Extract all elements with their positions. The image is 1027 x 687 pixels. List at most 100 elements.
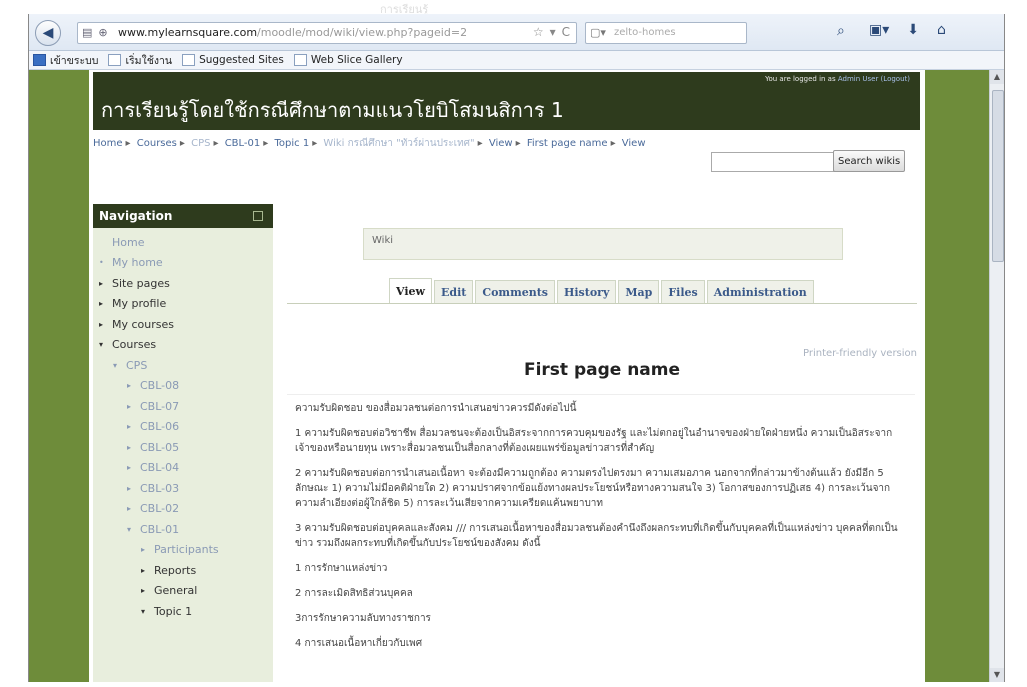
bookmark-item[interactable]: เริ่มใช้งาน <box>108 52 172 69</box>
breadcrumb-cps[interactable]: CPS <box>191 138 210 149</box>
nav-item-label: My profile <box>112 297 167 311</box>
download-icon[interactable]: ⬇ <box>907 22 919 38</box>
nav-item-label: CBL-01 <box>140 522 180 536</box>
collapsed-icon: ▸ <box>99 319 104 329</box>
wiki-paragraph: 1 ความรับผิดชอบต่อวิชาชีพ สื่อมวลชนจะต้อ… <box>295 428 893 454</box>
wiki-paragraph: 3 ความรับผิดชอบต่อบุคคลและสังคม /// การเ… <box>295 523 898 549</box>
nav-item[interactable]: Home <box>99 232 273 253</box>
nav-item-label: CBL-05 <box>140 440 180 454</box>
page-content: You are logged in as Admin User (Logout)… <box>89 70 925 682</box>
printer-friendly-link[interactable]: Printer-friendly version <box>803 348 917 359</box>
search-bar[interactable]: ▢▾ zelto-homes <box>585 22 747 44</box>
tab-map[interactable]: Map <box>618 280 660 303</box>
browser-toolbar: ◀ ▤ ⊕ www.mylearnsquare.com/moodle/mod/w… <box>29 14 1004 51</box>
bookmarks-bar: เข้าขระบบ เริ่มใช้งาน Suggested Sites We… <box>29 51 1004 70</box>
nav-item[interactable]: ▸ Reports <box>99 560 273 581</box>
magnifier-icon[interactable]: ⌕ <box>837 23 845 39</box>
nav-item[interactable]: ▾ CBL-01 <box>99 519 273 540</box>
bookmark-icon <box>33 54 46 66</box>
wiki-content: ความรับผิดชอบ ของสื่อมวลชนต่อการนำเสนอข่… <box>287 394 915 655</box>
collapsed-icon: ▸ <box>127 504 132 514</box>
bookmarks-menu-icon[interactable]: ▣▾ <box>869 22 889 38</box>
tab-comments[interactable]: Comments <box>475 280 555 303</box>
dropdown-icon[interactable]: ▾ <box>550 25 556 39</box>
collapsed-icon: ▸ <box>127 442 132 452</box>
url-text: www.mylearnsquare.com/moodle/mod/wiki/vi… <box>118 26 467 39</box>
wiki-tabs: View Edit Comments History Map Files Administr… <box>389 278 814 303</box>
nav-item[interactable]: ▸ General <box>99 581 273 602</box>
breadcrumb-page[interactable]: First page name <box>527 138 608 149</box>
scroll-down-icon[interactable]: ▼ <box>990 668 1004 682</box>
main-region: Wiki View Edit Comments History Map Files Admi… <box>287 210 917 682</box>
back-arrow-icon: ◀ <box>42 25 54 41</box>
nav-item[interactable]: ▾ Courses <box>99 335 273 356</box>
star-icon[interactable]: ☆ <box>533 25 544 39</box>
vertical-scrollbar[interactable]: ▲ ▼ <box>989 70 1004 682</box>
nav-item[interactable]: ▾ Topic 1 <box>99 601 273 622</box>
reload-icon[interactable]: C <box>562 25 570 39</box>
bookmark-item[interactable]: Suggested Sites <box>182 54 284 66</box>
scroll-thumb[interactable] <box>992 90 1004 262</box>
globe-icon: ⊕ <box>98 26 108 39</box>
expanded-icon: ▾ <box>99 340 104 350</box>
address-bar[interactable]: ▤ ⊕ www.mylearnsquare.com/moodle/mod/wik… <box>77 22 577 44</box>
navigation-title: Navigation <box>99 209 173 223</box>
breadcrumb-topic1[interactable]: Topic 1 <box>274 138 309 149</box>
collapsed-icon: ▸ <box>141 586 146 596</box>
tab-administration[interactable]: Administration <box>706 280 814 303</box>
search-wikis-button[interactable]: Search wikis <box>833 150 906 172</box>
bookmark-item[interactable]: เข้าขระบบ <box>33 52 98 69</box>
bookmark-item[interactable]: Web Slice Gallery <box>293 54 403 66</box>
collapsed-icon: ▸ <box>127 483 132 493</box>
home-icon[interactable]: ⌂ <box>937 22 946 38</box>
tab-files[interactable]: Files <box>661 280 705 303</box>
tab-history[interactable]: History <box>556 280 617 303</box>
breadcrumb-wiki[interactable]: Wiki กรณีศึกษา "ทัวร์ผ่านประเทศ" <box>323 138 474 149</box>
nav-item[interactable]: ▸ My profile <box>99 294 273 315</box>
navigation-block: Navigation Home • My home ▸ Site pages ▸ My pr… <box>93 204 273 682</box>
wiki-paragraph: 4 การเสนอเนื้อหาเกี่ยวกับเพศ <box>295 638 423 649</box>
nav-item[interactable]: ▸ CBL-07 <box>99 396 273 417</box>
collapsed-icon: ▸ <box>127 381 132 391</box>
breadcrumb-home[interactable]: Home <box>93 138 123 149</box>
breadcrumb-courses[interactable]: Courses <box>137 138 177 149</box>
nav-item[interactable]: ▸ Participants <box>99 540 273 561</box>
wiki-paragraph: 3การรักษาความลับทางราชการ <box>295 613 431 624</box>
faded-top-text: การเรียนรู้ <box>380 3 429 14</box>
search-engine-icon[interactable]: ▢▾ <box>590 26 606 39</box>
nav-item[interactable]: ▸ CBL-08 <box>99 376 273 397</box>
breadcrumb-view[interactable]: View <box>489 138 513 149</box>
breadcrumb-cbl01[interactable]: CBL-01 <box>225 138 261 149</box>
logout-link[interactable]: Admin User (Logout) <box>838 75 910 83</box>
collapsed-icon: ▸ <box>127 401 132 411</box>
nav-item[interactable]: ▸ My courses <box>99 314 273 335</box>
collapsed-icon: ▸ <box>99 299 104 309</box>
navigation-list: Home • My home ▸ Site pages ▸ My profile ▸ My co… <box>93 228 273 622</box>
expanded-icon: ▾ <box>113 360 118 370</box>
back-button[interactable]: ◀ <box>35 20 61 46</box>
nav-item[interactable]: ▸ CBL-02 <box>99 499 273 520</box>
scroll-up-icon[interactable]: ▲ <box>990 70 1004 84</box>
tab-view[interactable]: View <box>389 278 432 303</box>
collapse-icon[interactable] <box>253 211 263 221</box>
site-header: You are logged in as Admin User (Logout)… <box>93 72 920 130</box>
bullet-icon: • <box>99 258 104 268</box>
wiki-intro-box: Wiki <box>363 228 843 260</box>
tab-edit[interactable]: Edit <box>434 280 474 303</box>
nav-item-label: My courses <box>112 317 174 331</box>
nav-item[interactable]: • My home <box>99 253 273 274</box>
nav-item[interactable]: ▸ CBL-06 <box>99 417 273 438</box>
nav-item[interactable]: ▸ CBL-05 <box>99 437 273 458</box>
url-path: /moodle/mod/wiki/view.php?pageid=2 <box>257 26 468 39</box>
url-domain: www.mylearnsquare.com <box>118 26 258 39</box>
site-title: การเรียนรู้โดยใช้กรณีศึกษาตามแนวโยบิโสมน… <box>101 98 564 122</box>
nav-item[interactable]: ▸ CBL-04 <box>99 458 273 479</box>
nav-item-label: Reports <box>154 563 197 577</box>
wiki-search-input[interactable] <box>711 152 835 172</box>
nav-item[interactable]: ▸ Site pages <box>99 273 273 294</box>
nav-item-label: Site pages <box>112 276 170 290</box>
nav-item[interactable]: ▾ CPS <box>99 355 273 376</box>
nav-item[interactable]: ▸ CBL-03 <box>99 478 273 499</box>
search-placeholder: zelto-homes <box>614 27 676 38</box>
bookmark-icon <box>108 54 122 66</box>
